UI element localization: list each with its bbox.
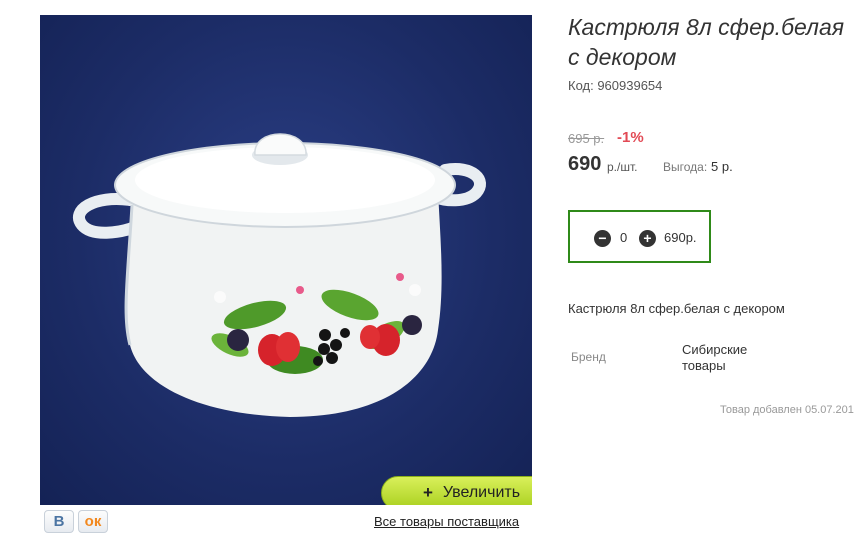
product-code: Код: 960939654 <box>568 78 663 93</box>
brand-value: Сибирские товары <box>682 342 748 373</box>
benefit-value: 5 р. <box>711 159 733 174</box>
benefit-label: Выгода: <box>663 160 708 174</box>
product-title: Кастрюля 8л сфер.белая с декором <box>568 12 866 72</box>
odnoklassniki-share-button[interactable]: ок <box>78 510 108 533</box>
added-date: Товар добавлен 05.07.201 <box>720 404 854 416</box>
zoom-button[interactable]: + Увеличить <box>381 476 532 505</box>
plus-button[interactable]: + <box>639 230 656 247</box>
cart-total: 690р. <box>664 230 697 245</box>
discount-badge: -1% <box>617 129 644 146</box>
product-title-line2: с декором <box>568 44 677 70</box>
quantity-value: 0 <box>620 230 628 245</box>
price-unit: р./шт. <box>607 160 638 174</box>
product-title-line1: Кастрюля 8л сфер.белая <box>568 14 845 40</box>
vk-icon: В <box>53 513 65 530</box>
brand-label: Бренд <box>571 350 606 364</box>
pot-illustration <box>73 133 486 417</box>
product-photo[interactable]: + Увеличить <box>40 15 532 505</box>
price: 690 <box>568 153 602 175</box>
quantity-stepper: − 0 + 690р. <box>568 210 711 263</box>
vk-share-button[interactable]: В <box>44 510 74 533</box>
product-description: Кастрюля 8л сфер.белая с декором <box>568 301 785 316</box>
plus-icon: + <box>422 483 433 502</box>
odnoklassniki-icon: ок <box>84 513 102 530</box>
minus-button[interactable]: − <box>594 230 611 247</box>
zoom-label: Увеличить <box>442 484 521 501</box>
old-price: 695 р. <box>568 131 605 146</box>
supplier-products-link[interactable]: Все товары поставщика <box>374 514 519 529</box>
